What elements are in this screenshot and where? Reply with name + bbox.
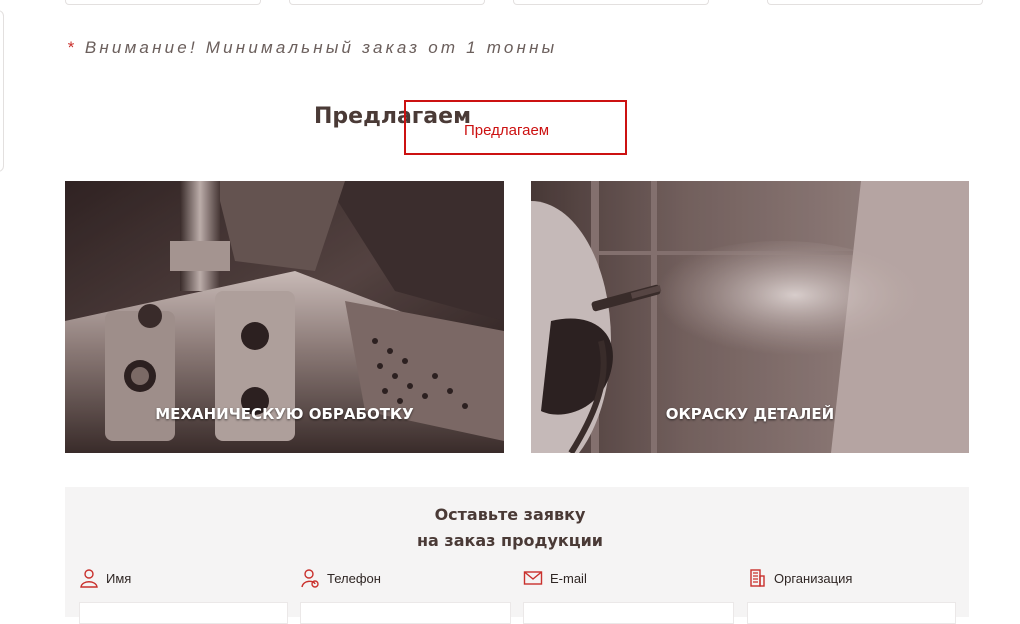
phone-user-icon — [301, 569, 319, 588]
user-icon — [80, 569, 98, 588]
phone-input[interactable] — [300, 602, 511, 624]
top-input-3[interactable] — [513, 0, 709, 5]
field-label-text: Телефон — [327, 570, 381, 586]
building-icon — [750, 569, 765, 587]
envelope-icon — [523, 571, 543, 585]
field-label-phone: Телефон — [300, 568, 381, 588]
top-input-1[interactable] — [65, 0, 261, 5]
name-input[interactable] — [79, 602, 288, 624]
required-star: * — [67, 38, 77, 57]
highlight-label: Предлагаем — [464, 122, 550, 139]
top-input-4[interactable] — [767, 0, 983, 5]
notice-text: Внимание! Минимальный заказ от 1 тонны — [84, 38, 558, 57]
email-input[interactable] — [523, 602, 734, 624]
min-order-notice: * Внимание! Минимальный заказ от 1 тонны — [67, 38, 557, 58]
left-panel-edge — [0, 10, 4, 172]
form-title-line2: на заказ продукции — [416, 531, 604, 550]
form-title: Оставьте заявку на заказ продукции — [0, 502, 1020, 554]
service-label-painting[interactable]: ОКРАСКУ ДЕТАЛЕЙ — [531, 405, 969, 423]
service-label-machining[interactable]: МЕХАНИЧЕСКУЮ ОБРАБОТКУ — [65, 405, 504, 423]
field-label-name: Имя — [79, 568, 131, 588]
form-title-line1: Оставьте заявку — [434, 505, 586, 524]
field-label-text: Имя — [106, 570, 132, 586]
field-label-text: Организация — [774, 570, 853, 586]
top-input-2[interactable] — [289, 0, 485, 5]
organization-input[interactable] — [747, 602, 956, 624]
field-label-email: E-mail — [523, 568, 587, 588]
field-label-text: E-mail — [550, 570, 587, 586]
field-label-organization: Организация — [747, 568, 852, 588]
